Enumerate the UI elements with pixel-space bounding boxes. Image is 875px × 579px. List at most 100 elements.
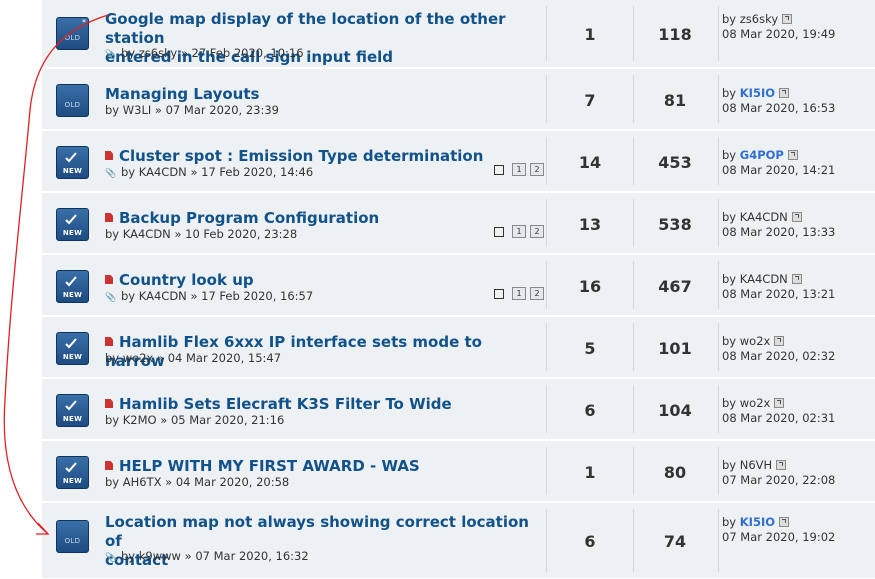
topic-author-link[interactable]: k9www (139, 549, 181, 563)
page-link[interactable]: 2 (530, 163, 544, 176)
topic-author-link[interactable]: KA4CDN (123, 227, 171, 241)
topic-title-link[interactable]: Managing Layouts (105, 85, 259, 103)
topic-title-link[interactable]: Hamlib Sets Elecraft K3S Filter To Wide (119, 395, 452, 413)
goto-last-post-icon[interactable] (791, 212, 802, 222)
topic-title-block: Hamlib Sets Elecraft K3S Filter To Wide (105, 394, 545, 413)
topic-author-link[interactable]: zs6sky (139, 46, 177, 60)
page-link[interactable]: 2 (530, 225, 544, 238)
goto-last-post-icon[interactable] (791, 274, 802, 284)
last-post-user-link[interactable]: wo2x (740, 396, 771, 410)
topic-row[interactable]: NEW Hamlib Sets Elecraft K3S Filter To Wi… (42, 379, 875, 440)
pagination: 12 (491, 161, 544, 176)
page-link[interactable]: 1 (512, 225, 526, 238)
last-post-user-link[interactable]: KA4CDN (740, 210, 788, 224)
last-post-user-link[interactable]: wo2x (740, 334, 771, 348)
reply-count: 1 (584, 463, 596, 482)
goto-last-post-icon[interactable] (776, 460, 787, 470)
meta-by-label: by (121, 165, 136, 179)
topic-title-link[interactable]: HELP WITH MY FIRST AWARD - WAS (119, 457, 420, 475)
new-topic-icon: NEW (56, 394, 89, 427)
topic-title-link[interactable]: Cluster spot : Emission Type determinati… (119, 147, 483, 165)
last-post: by KI5IO 07 Mar 2020, 19:02 (722, 515, 835, 545)
topic-author-link[interactable]: KA4CDN (139, 165, 187, 179)
topic-row[interactable]: NEW Hamlib Flex 6xxx IP interface sets mo… (42, 317, 875, 378)
topic-row[interactable]: NEW Cluster spot : Emission Type determin… (42, 131, 875, 192)
goto-last-post-icon[interactable] (782, 14, 793, 24)
topic-row[interactable]: NEW HELP WITH MY FIRST AWARD - WAS by AH6T… (42, 441, 875, 502)
topic-author-link[interactable]: KA4CDN (139, 289, 187, 303)
topic-status-label: NEW (62, 415, 83, 423)
unread-doc-icon (105, 213, 113, 222)
topic-title-line: HELP WITH MY FIRST AWARD - WAS (105, 456, 545, 475)
last-post: by zs6sky 08 Mar 2020, 19:49 (722, 12, 835, 42)
topic-row[interactable]: NEW Country look up 📎 by KA4CDN » 17 Feb 20… (42, 255, 875, 316)
reply-count: 13 (578, 215, 602, 234)
column-divider (633, 509, 634, 572)
last-post-user-link[interactable]: KA4CDN (740, 272, 788, 286)
topic-meta: by KA4CDN » 10 Feb 2020, 23:28 (105, 227, 297, 241)
last-by-label: by (722, 148, 737, 162)
last-by-label: by (722, 12, 737, 26)
multipage-icon (491, 223, 504, 237)
topic-row[interactable]: OLD Location map not always showing corre… (42, 503, 875, 579)
last-post-author-line: by KA4CDN (722, 210, 835, 225)
unread-doc-icon (105, 399, 113, 408)
topic-date: » 17 Feb 2020, 16:57 (190, 289, 314, 303)
column-divider (546, 6, 547, 61)
column-divider (718, 509, 719, 572)
reply-count: 14 (578, 153, 602, 172)
last-post: by KA4CDN 08 Mar 2020, 13:21 (722, 272, 835, 302)
topic-title-line: Cluster spot : Emission Type determinati… (105, 146, 545, 165)
topic-title-link[interactable]: Country look up (119, 271, 254, 289)
last-post-user-link[interactable]: N6VH (740, 458, 772, 472)
last-post-user-link[interactable]: KI5IO (740, 86, 775, 100)
topic-title-line: Hamlib Sets Elecraft K3S Filter To Wide (105, 394, 545, 413)
goto-last-post-icon[interactable] (779, 517, 790, 527)
topic-author-link[interactable]: AH6TX (123, 475, 162, 489)
last-post-user-link[interactable]: zs6sky (740, 12, 778, 26)
last-post-date: 08 Mar 2020, 14:21 (722, 163, 836, 177)
pagination: 12 (491, 285, 544, 300)
old-topic-icon: OLD (56, 84, 89, 117)
last-post: by KA4CDN 08 Mar 2020, 13:33 (722, 210, 835, 240)
goto-last-post-icon[interactable] (779, 88, 790, 98)
topic-row[interactable]: NEW Backup Program Configuration by KA4CDN… (42, 193, 875, 254)
topic-title-link[interactable]: Location map not always showing correct … (105, 513, 529, 550)
last-post-user-link[interactable]: G4POP (740, 148, 784, 162)
topic-author-link[interactable]: W3LI (123, 103, 152, 117)
topic-author-link[interactable]: K2MO (123, 413, 157, 427)
goto-last-post-icon[interactable] (787, 150, 798, 160)
view-count: 538 (658, 215, 692, 234)
page-link[interactable]: 1 (512, 163, 526, 176)
column-divider (546, 385, 547, 433)
last-by-label: by (722, 272, 737, 286)
page-link[interactable]: 2 (530, 287, 544, 300)
last-post-author-line: by N6VH (722, 458, 835, 473)
goto-last-post-icon[interactable] (774, 398, 785, 408)
topic-row[interactable]: OLD Managing Layouts by W3LI » 07 Mar 2020… (42, 69, 875, 130)
topic-row[interactable]: * OLD Google map display of the location o… (42, 0, 875, 68)
topic-title-link[interactable]: Backup Program Configuration (119, 209, 379, 227)
column-divider (718, 137, 719, 185)
topic-title-link[interactable]: Google map display of the location of th… (105, 10, 506, 47)
last-post-author-line: by KI5IO (722, 86, 835, 101)
topic-title-line: Country look up (105, 270, 545, 289)
last-post-date: 07 Mar 2020, 22:08 (722, 473, 836, 487)
column-divider (633, 75, 634, 123)
column-divider (546, 137, 547, 185)
last-post-date: 07 Mar 2020, 19:02 (722, 530, 836, 544)
last-post: by wo2x 08 Mar 2020, 02:32 (722, 334, 835, 364)
goto-last-post-icon[interactable] (774, 336, 785, 346)
topic-date: » 10 Feb 2020, 23:28 (174, 227, 298, 241)
page-link[interactable]: 1 (512, 287, 526, 300)
topic-meta: 📎 by KA4CDN » 17 Feb 2020, 14:46 (105, 165, 313, 179)
topic-title-line: Managing Layouts (105, 84, 545, 103)
last-post-user-link[interactable]: KI5IO (740, 515, 775, 529)
meta-by-label: by (105, 475, 120, 489)
topic-title-block: Country look up (105, 270, 545, 289)
last-by-label: by (722, 334, 737, 348)
topic-meta: 📎 by zs6sky » 27 Feb 2020, 10:16 (105, 46, 304, 60)
last-post-author-line: by G4POP (722, 148, 835, 163)
topic-author-link[interactable]: wo2x (123, 351, 154, 365)
column-divider (546, 261, 547, 309)
